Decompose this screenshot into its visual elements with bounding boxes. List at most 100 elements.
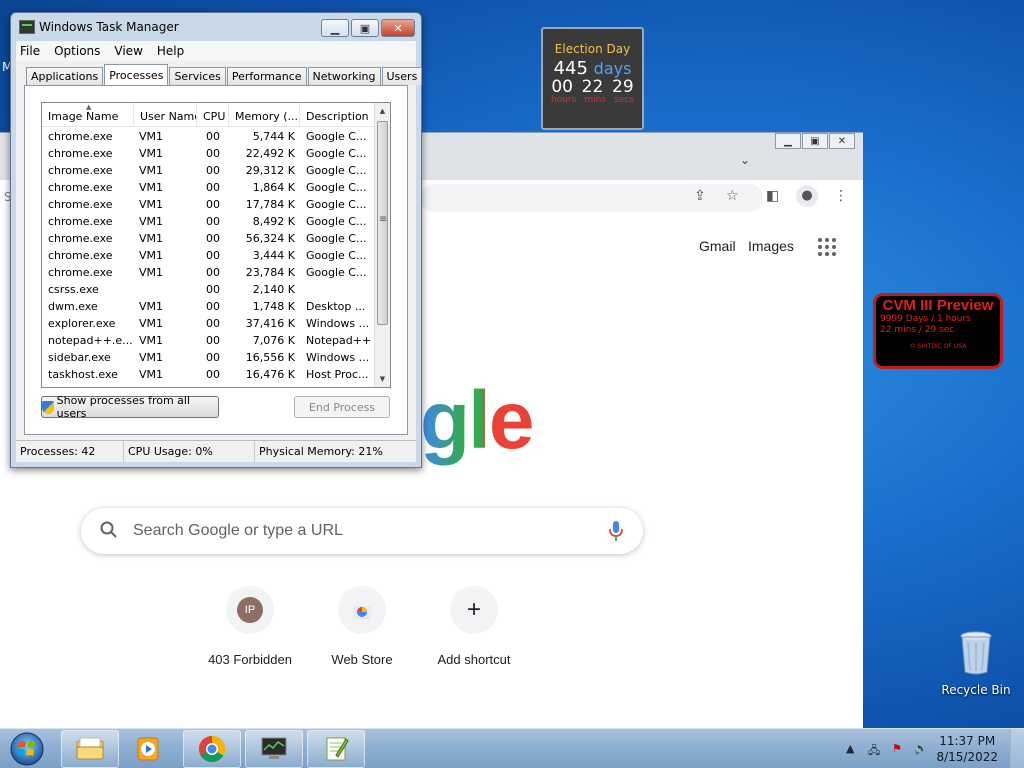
tab-services[interactable]: Services [169, 67, 226, 85]
bookmark-star-icon[interactable]: ☆ [726, 188, 739, 204]
scrollbar-thumb[interactable] [377, 121, 388, 325]
minimize-button[interactable]: ▁ [321, 19, 349, 37]
process-user-name: VM1 [139, 300, 164, 313]
table-row[interactable]: chrome.exe VM1 00 56,324 K Google C... [42, 230, 374, 247]
shortcut-tile: + [450, 586, 498, 634]
process-description: Google C... [306, 181, 367, 194]
profile-avatar-icon[interactable]: ● [796, 185, 818, 207]
tab-applications[interactable]: Applications [26, 67, 104, 85]
table-row[interactable]: chrome.exe VM1 00 1,864 K Google C... [42, 179, 374, 196]
start-button-icon[interactable] [6, 731, 48, 767]
microphone-icon[interactable] [609, 520, 623, 542]
table-row[interactable]: notepad++.e... VM1 00 7,076 K Notepad++ [42, 332, 374, 349]
election-time-values: 00 22 29 [543, 77, 642, 97]
scroll-up-arrow-icon[interactable]: ▲ [375, 103, 390, 119]
table-row[interactable]: chrome.exe VM1 00 5,744 K Google C... [42, 128, 374, 145]
web-store-icon [353, 606, 371, 619]
gmail-link[interactable]: Gmail [699, 238, 736, 254]
column-cpu[interactable]: CPU [197, 103, 229, 126]
menu-file[interactable]: File [20, 44, 40, 58]
show-desktop-button[interactable] [1010, 729, 1024, 768]
process-memory: 56,324 K [245, 232, 295, 245]
tab-performance[interactable]: Performance [226, 67, 307, 85]
column-user-name[interactable]: User Name [134, 103, 197, 126]
process-user-name: VM1 [139, 147, 164, 160]
shortcut-web-store[interactable]: Web Store [312, 586, 412, 667]
table-row[interactable]: chrome.exe VM1 00 23,784 K Google C... [42, 264, 374, 281]
process-list[interactable]: ▲ Image Name User Name CPU Memory (... D… [41, 102, 391, 388]
task-manager-titlebar[interactable]: Windows Task Manager ▁ ▣ ✕ [11, 13, 421, 41]
process-memory: 16,476 K [245, 368, 295, 381]
taskbar-clock[interactable]: 11:37 PM 8/15/2022 [936, 733, 998, 765]
action-center-icon[interactable]: ⚑ [892, 742, 902, 755]
google-apps-icon[interactable] [818, 238, 836, 256]
tab-users[interactable]: Users [381, 67, 423, 85]
chrome-menu-icon[interactable]: ⋮ [834, 188, 848, 204]
cvm-line-2: 22 mins / 29 sec [880, 325, 955, 335]
election-mins: 22 [581, 77, 604, 97]
search-input[interactable]: Search Google or type a URL [133, 522, 343, 540]
column-memory[interactable]: Memory (... [229, 103, 300, 126]
cvm-gadget-title: CVM III Preview [882, 297, 994, 314]
scroll-down-arrow-icon[interactable]: ▼ [375, 371, 390, 387]
media-player-icon [137, 737, 159, 761]
taskbar-task-manager-button[interactable] [245, 730, 303, 768]
election-day-gadget[interactable]: Election Day 445 days 00 22 29 hours min… [541, 27, 644, 130]
process-memory: 8,492 K [252, 215, 295, 228]
chrome-close-button[interactable]: ✕ [829, 133, 855, 149]
show-hidden-icons-icon[interactable]: ▲ [846, 742, 854, 755]
chrome-maximize-button[interactable]: ▣ [802, 133, 828, 149]
table-row[interactable]: chrome.exe VM1 00 3,444 K Google C... [42, 247, 374, 264]
side-panel-icon[interactable]: ◧ [766, 188, 779, 204]
menu-help[interactable]: Help [157, 44, 184, 58]
process-memory: 1,864 K [252, 181, 295, 194]
chrome-minimize-button[interactable]: ▁ [775, 133, 801, 149]
tab-search-chevron-icon[interactable]: ⌄ [740, 153, 750, 167]
process-image-name: chrome.exe [48, 130, 113, 143]
end-process-button[interactable]: End Process [294, 396, 390, 418]
address-bar[interactable] [420, 184, 763, 212]
show-all-processes-button[interactable]: Show processes from all users [41, 394, 219, 420]
shortcut-label: Web Store [331, 652, 393, 667]
taskbar-media-player-button[interactable] [120, 730, 176, 768]
table-row[interactable]: explorer.exe VM1 00 37,416 K Windows ... [42, 315, 374, 332]
table-row[interactable]: sidebar.exe VM1 00 16,556 K Windows ... [42, 349, 374, 366]
taskbar-explorer-button[interactable] [61, 730, 119, 768]
election-hours-label: hours [551, 95, 577, 105]
column-description[interactable]: Description [300, 103, 374, 126]
menu-options[interactable]: Options [54, 44, 100, 58]
table-row[interactable]: chrome.exe VM1 00 17,784 K Google C... [42, 196, 374, 213]
process-list-scrollbar[interactable]: ▲ ▼ [374, 103, 390, 387]
maximize-button[interactable]: ▣ [351, 19, 379, 37]
table-row[interactable]: csrss.exe 00 2,140 K [42, 281, 374, 298]
recycle-bin-shortcut[interactable]: Recycle Bin [940, 630, 1012, 697]
process-image-name: taskhost.exe [48, 368, 118, 381]
table-row[interactable]: chrome.exe VM1 00 29,312 K Google C... [42, 162, 374, 179]
table-row[interactable]: chrome.exe VM1 00 22,492 K Google C... [42, 145, 374, 162]
table-row[interactable]: dwm.exe VM1 00 1,748 K Desktop ... [42, 298, 374, 315]
taskbar-chrome-button[interactable] [183, 730, 241, 768]
add-shortcut[interactable]: + Add shortcut [424, 586, 524, 667]
process-description: Desktop ... [306, 300, 366, 313]
taskbar-notepadpp-button[interactable] [307, 730, 365, 768]
tab-processes[interactable]: Processes [104, 64, 169, 85]
close-button[interactable]: ✕ [381, 19, 415, 37]
process-description: Google C... [306, 130, 367, 143]
images-link[interactable]: Images [748, 238, 794, 254]
process-user-name: VM1 [139, 215, 164, 228]
cvm-preview-gadget[interactable]: CVM III Preview 9999 Days / 1 hours 22 m… [873, 293, 1003, 369]
tab-strip: Applications Processes Services Performa… [26, 64, 423, 85]
process-image-name: notepad++.e... [48, 334, 133, 347]
tab-networking[interactable]: Networking [307, 67, 381, 85]
network-icon[interactable]: 🖧 [868, 742, 880, 761]
table-row[interactable]: taskhost.exe VM1 00 16,476 K Host Proc... [42, 366, 374, 383]
shortcut-403-forbidden[interactable]: IP 403 Forbidden [200, 586, 300, 667]
table-row[interactable]: chrome.exe VM1 00 8,492 K Google C... [42, 213, 374, 230]
menu-view[interactable]: View [114, 44, 142, 58]
google-search-box[interactable]: Search Google or type a URL [81, 508, 643, 554]
volume-icon[interactable]: 🔈 [914, 742, 928, 755]
process-user-name: VM1 [139, 198, 164, 211]
process-user-name: VM1 [139, 232, 164, 245]
share-icon[interactable]: ⇪ [694, 188, 706, 204]
process-cpu: 00 [206, 215, 220, 228]
